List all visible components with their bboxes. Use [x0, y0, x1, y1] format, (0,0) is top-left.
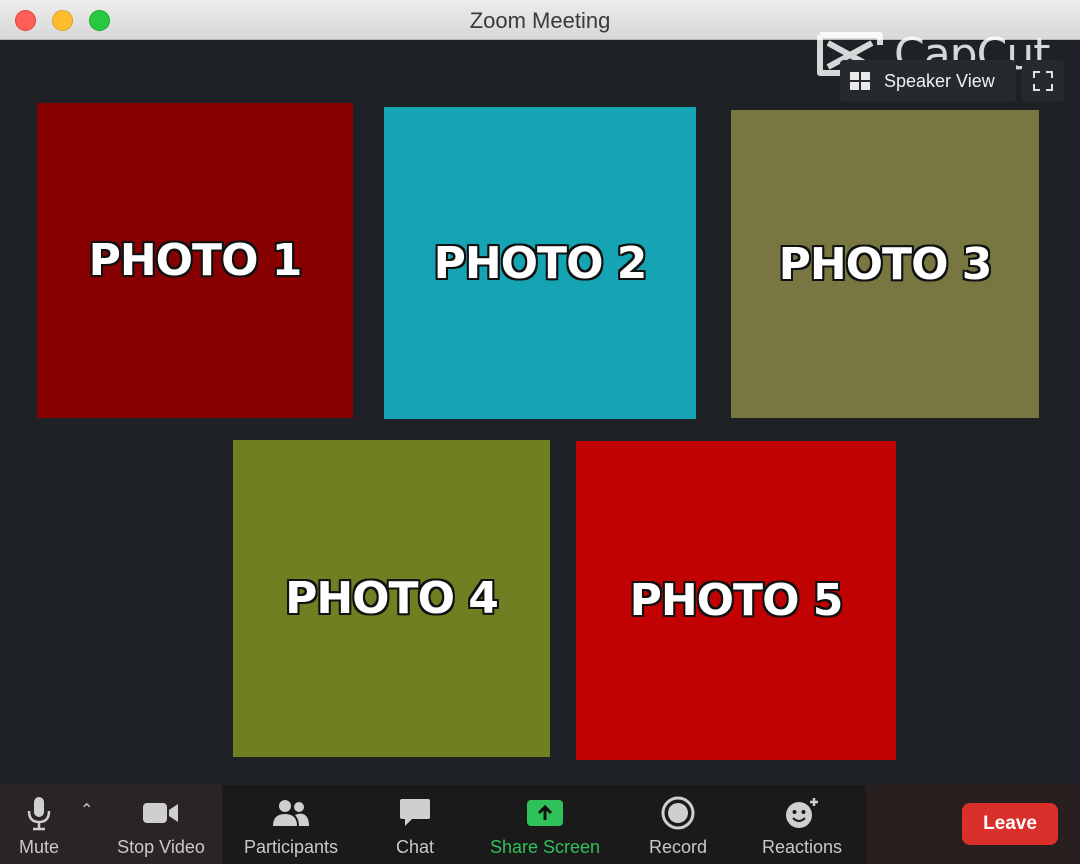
mute-button[interactable]: Mute — [8, 785, 70, 864]
reactions-label: Reactions — [761, 837, 843, 857]
leave-button[interactable]: Leave — [962, 803, 1058, 845]
chat-bubble-icon — [400, 799, 430, 826]
speaker-view-icon — [850, 72, 870, 90]
share-screen-icon — [527, 800, 563, 826]
chat-button[interactable]: Chat — [384, 785, 446, 864]
participants-label: Participants — [243, 837, 339, 857]
video-tile-3[interactable]: PHOTO 3 — [731, 110, 1039, 418]
stop-video-label: Stop Video — [117, 837, 205, 857]
record-button[interactable]: Record — [640, 785, 716, 864]
record-label: Record — [648, 837, 708, 857]
video-camera-icon — [143, 803, 178, 823]
reactions-smiley-icon — [786, 798, 818, 828]
share-screen-button[interactable]: Share Screen — [484, 785, 606, 864]
participant-name: PHOTO 5 — [629, 575, 844, 626]
microphone-icon — [27, 797, 51, 831]
participants-icon — [273, 800, 309, 826]
video-tile-1[interactable]: PHOTO 1 — [37, 103, 353, 418]
speaker-view-button[interactable]: Speaker View — [840, 60, 1016, 102]
video-tile-2[interactable]: PHOTO 2 — [384, 107, 696, 419]
share-screen-label: Share Screen — [489, 837, 601, 857]
video-tile-5[interactable]: PHOTO 5 — [576, 441, 896, 760]
fullscreen-icon — [1033, 71, 1053, 91]
fullscreen-button[interactable] — [1022, 60, 1064, 102]
chat-label: Chat — [395, 837, 435, 857]
speaker-view-label: Speaker View — [884, 70, 995, 91]
participant-name: PHOTO 1 — [88, 235, 303, 286]
mute-label: Mute — [18, 837, 60, 857]
reactions-button[interactable]: Reactions — [756, 785, 848, 864]
meeting-toolbar: Mute Stop Video Participants Chat Share … — [0, 785, 1080, 864]
stop-video-button[interactable]: Stop Video — [108, 785, 214, 864]
audio-options-chevron-up-icon[interactable]: ⌃ — [80, 800, 93, 820]
participants-button[interactable]: Participants — [236, 785, 346, 864]
record-icon — [661, 796, 695, 830]
participant-name: PHOTO 2 — [433, 237, 648, 289]
video-tile-4[interactable]: PHOTO 4 — [233, 440, 550, 757]
participant-name: PHOTO 3 — [778, 238, 993, 290]
participant-name: PHOTO 4 — [285, 573, 499, 624]
